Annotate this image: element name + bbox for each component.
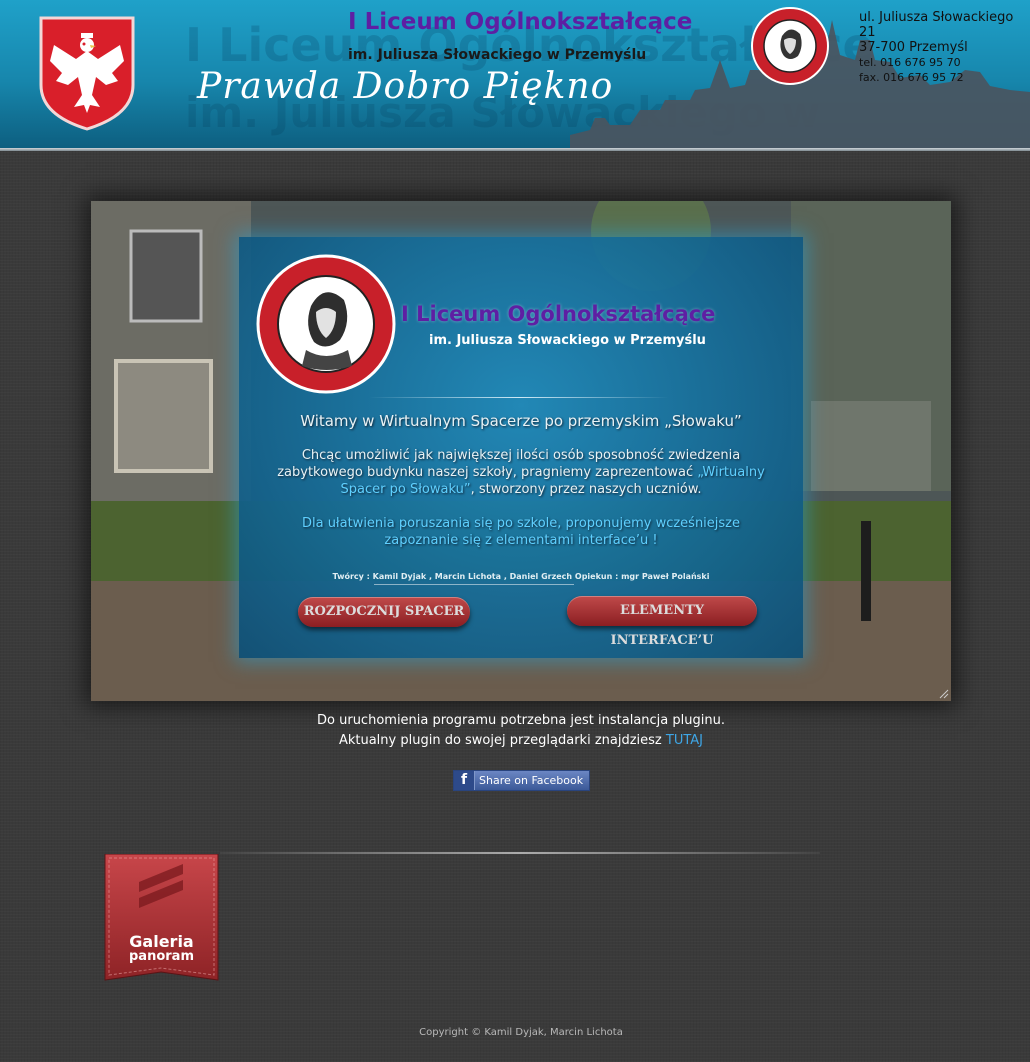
welcome-panel: I Liceum Ogólnokształcące im. Juliusza S… [239, 237, 803, 658]
plugin-notice-line1: Do uruchomienia programu potrzebna jest … [317, 713, 725, 728]
panel-separator [369, 397, 669, 398]
header-divider [0, 148, 1030, 151]
interface-hint: Dla ułatwienia poruszania się po szkole,… [301, 516, 741, 548]
polish-eagle-emblem-icon [39, 16, 135, 131]
plugin-notice-line2: Aktualny plugin do swojej przeglądarki z… [338, 733, 662, 748]
fax-number: fax. 016 676 95 72 [859, 71, 964, 84]
copyright-text: Copyright © Kamil Dyjak, Marcin Lichota [419, 1027, 623, 1038]
school-name: I Liceum Ogólnokształcące [348, 9, 693, 35]
address-line2: 37-700 Przemyśl [859, 40, 968, 55]
school-seal-logo-large [256, 254, 396, 394]
credits-text: Twórcy : Kamil Dyjak , Marcin Lichota , … [332, 572, 710, 581]
resize-handle-icon[interactable] [939, 689, 949, 699]
facebook-share-button[interactable]: f Share on Facebook [453, 770, 590, 791]
intro-text-part2: , stworzony przez naszych uczniów. [470, 482, 702, 497]
start-tour-button[interactable]: ROZPOCZNIJ SPACER [298, 597, 470, 627]
credits-underline [374, 584, 574, 585]
ribbon-badge-icon [104, 853, 219, 981]
interface-elements-button[interactable]: ELEMENTY INTERFACE’U [567, 596, 757, 648]
address-line1: ul. Juliusza Słowackiego 21 [859, 10, 1014, 40]
school-seal-logo [751, 7, 829, 85]
intro-text: Chcąc umożliwić jak największej ilości o… [269, 447, 773, 498]
intro-text-part1: Chcąc umożliwić jak największej ilości o… [277, 448, 741, 480]
plugin-notice: Do uruchomienia programu potrzebna jest … [0, 711, 1030, 751]
panorama-viewer[interactable]: I Liceum Ogólnokształcące im. Juliusza S… [91, 201, 951, 701]
facebook-icon: f [454, 771, 475, 790]
panel-school-name: I Liceum Ogólnokształcące [401, 302, 716, 326]
site-header: I Liceum Ogólnokształcące im. Juliusza S… [0, 0, 1030, 148]
footer-divider [220, 852, 820, 854]
welcome-heading: Witamy w Wirtualnym Spacerze po przemysk… [300, 412, 742, 430]
gallery-label-line2: panoram [129, 949, 194, 964]
plugin-download-link[interactable]: TUTAJ [666, 733, 703, 748]
facebook-share-label: Share on Facebook [479, 774, 584, 787]
school-motto: Prawda Dobro Piękno [197, 66, 614, 107]
gallery-panoram-link[interactable]: Galeria panoram [101, 853, 222, 988]
school-subtitle: im. Juliusza Słowackiego w Przemyślu [348, 47, 647, 63]
panel-school-subtitle: im. Juliusza Słowackiego w Przemyślu [429, 333, 706, 348]
phone-number: tel. 016 676 95 70 [859, 56, 961, 69]
contact-info: ul. Juliusza Słowackiego 21 37-700 Przem… [859, 10, 1030, 85]
